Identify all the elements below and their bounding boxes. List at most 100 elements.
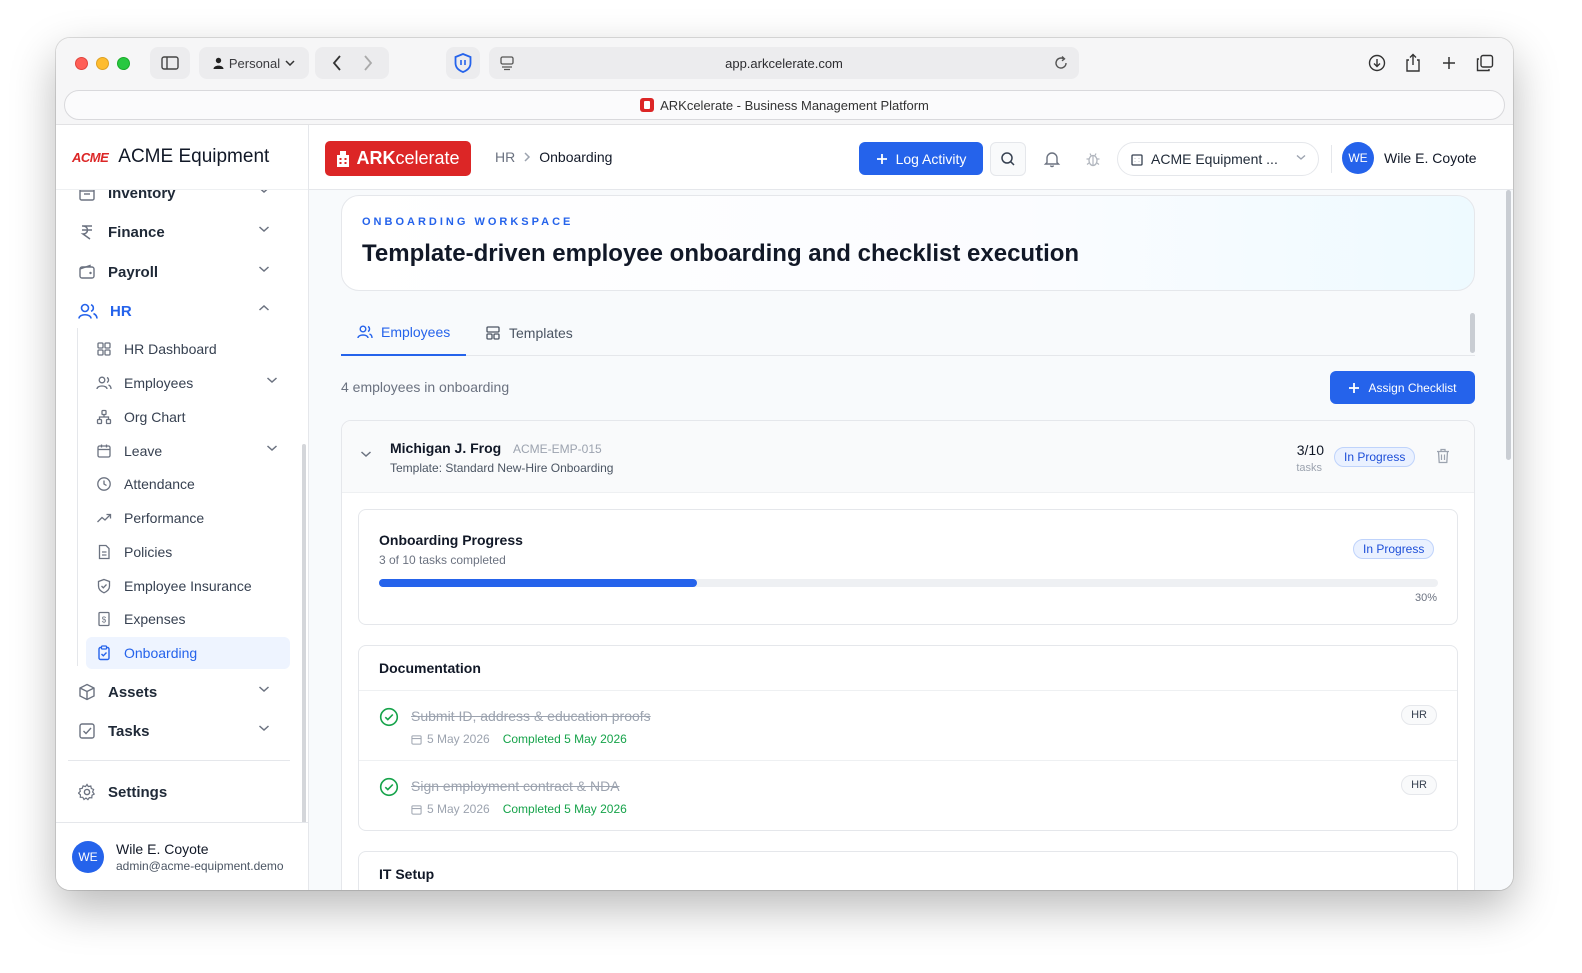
sidebar-item-leave[interactable]: Leave <box>86 435 290 467</box>
sidebar-item-inventory[interactable]: Inventory <box>68 190 290 210</box>
sidebar-item-attendance[interactable]: Attendance <box>86 468 290 500</box>
notifications-button[interactable] <box>1034 142 1070 176</box>
sidebar-divider <box>68 760 290 761</box>
tab-overview-button[interactable] <box>1473 47 1497 79</box>
sidebar-item-onboarding[interactable]: Onboarding <box>86 637 290 669</box>
company-select[interactable]: ACME Equipment ... <box>1117 142 1319 176</box>
sidebar-item-employees[interactable]: Employees <box>86 367 290 399</box>
sidebar-item-label: Employee Insurance <box>124 578 252 594</box>
task-count: 3/10 <box>1296 442 1324 458</box>
wallet-icon <box>79 264 95 279</box>
new-tab-button[interactable] <box>1437 47 1461 79</box>
assign-checklist-button[interactable]: Assign Checklist <box>1330 371 1475 404</box>
sidebar-item-performance[interactable]: Performance <box>86 502 290 534</box>
svg-text:$: $ <box>102 616 107 625</box>
shield-icon <box>454 53 472 73</box>
calendar-icon <box>97 444 111 458</box>
status-badge: In Progress <box>1353 539 1435 559</box>
chevron-down-icon <box>259 725 269 732</box>
task-completed: Completed 5 May 2026 <box>502 802 627 816</box>
reader-icon[interactable] <box>499 55 515 71</box>
close-window-button[interactable] <box>75 57 88 70</box>
page-scrollbar[interactable] <box>1506 190 1511 460</box>
reload-icon[interactable] <box>1053 55 1069 71</box>
log-activity-button[interactable]: Log Activity <box>859 142 983 175</box>
page-content: ONBOARDING WORKSPACE Template-driven emp… <box>309 190 1513 890</box>
check-circle-icon[interactable] <box>379 707 399 727</box>
address-bar[interactable]: app.arkcelerate.com <box>489 47 1079 79</box>
chevron-down-icon <box>259 266 269 273</box>
sidebar-item-expenses[interactable]: $ Expenses <box>86 603 290 635</box>
logo-text: ARKcelerate <box>356 148 459 169</box>
tabs: Employees Templates <box>341 310 1475 356</box>
chevron-down-icon[interactable] <box>360 450 372 458</box>
chevron-down-icon <box>259 686 269 693</box>
history-nav <box>315 47 389 79</box>
sidebar-item-assets[interactable]: Assets <box>68 675 290 709</box>
arkcelerate-logo[interactable]: ARKcelerate <box>325 141 471 176</box>
share-button[interactable] <box>1401 47 1425 79</box>
sidebar-item-label: Inventory <box>108 190 176 202</box>
forward-icon[interactable] <box>363 55 373 71</box>
task-row[interactable]: Sign employment contract & NDA 5 May 202… <box>359 760 1457 830</box>
tabs-icon <box>1476 54 1494 72</box>
maximize-window-button[interactable] <box>117 57 130 70</box>
back-icon[interactable] <box>332 55 342 71</box>
sidebar-item-label: Policies <box>124 544 173 560</box>
chevron-down-icon <box>285 60 295 66</box>
user-email: admin@acme-equipment.demo <box>116 858 284 873</box>
sidebar-scrollbar[interactable] <box>302 444 306 823</box>
sidebar-item-finance[interactable]: Finance <box>68 215 290 249</box>
download-icon <box>1368 54 1386 72</box>
tab-title: ARKcelerate - Business Management Platfo… <box>660 97 929 113</box>
sidebar-item-payroll[interactable]: Payroll <box>68 255 290 289</box>
chevron-down-icon <box>1296 154 1306 160</box>
sidebar-item-label: Performance <box>124 510 205 526</box>
breadcrumb-hr[interactable]: HR <box>495 149 515 165</box>
sidebar-item-policies[interactable]: Policies <box>86 536 290 568</box>
sidebar-nav: Inventory Finance Payroll HR HR Dashboar… <box>56 190 308 823</box>
url-text: app.arkcelerate.com <box>725 55 843 71</box>
minimize-window-button[interactable] <box>96 57 109 70</box>
task-meta: 5 May 2026 Completed 5 May 2026 <box>411 802 627 816</box>
brand[interactable]: ACME ACME Equipment <box>56 125 308 190</box>
privacy-shield-button[interactable] <box>446 47 480 79</box>
task-title: Sign employment contract & NDA <box>411 778 620 794</box>
tab-employees[interactable]: Employees <box>341 310 467 356</box>
downloads-button[interactable] <box>1365 47 1389 79</box>
employee-card-header[interactable]: Michigan J. Frog ACME-EMP-015 Template: … <box>342 421 1474 493</box>
chevron-down-icon <box>267 445 277 452</box>
sidebar-item-label: Assets <box>108 683 158 701</box>
employee-name: Michigan J. Frog <box>390 440 502 456</box>
status-badge: In Progress <box>1334 447 1416 467</box>
profile-button[interactable]: Personal <box>199 47 309 79</box>
sidebar-item-hr-dashboard[interactable]: HR Dashboard <box>86 333 290 365</box>
bug-report-button[interactable] <box>1075 142 1111 176</box>
progress-subtitle: 3 of 10 tasks completed <box>379 553 506 567</box>
sidebar-toggle-button[interactable] <box>150 47 190 79</box>
search-button[interactable] <box>990 142 1026 176</box>
check-circle-icon[interactable] <box>379 777 399 797</box>
onboarding-progress-panel: Onboarding Progress 3 of 10 tasks comple… <box>358 509 1458 625</box>
trash-icon[interactable] <box>1436 448 1450 464</box>
clipboard-check-icon <box>98 645 110 661</box>
assign-checklist-label: Assign Checklist <box>1368 380 1457 395</box>
trending-up-icon <box>97 513 112 523</box>
active-tab[interactable]: ARKcelerate - Business Management Platfo… <box>64 90 1505 120</box>
sidebar-item-tasks[interactable]: Tasks <box>68 714 290 748</box>
progress-percent: 30% <box>1414 592 1437 604</box>
tabs-scrollbar[interactable] <box>1470 313 1475 353</box>
dashboard-icon <box>97 342 111 356</box>
sidebar-user[interactable]: WE Wile E. Coyote admin@acme-equipment.d… <box>56 822 309 890</box>
sidebar-item-org-chart[interactable]: Org Chart <box>86 401 290 433</box>
sidebar-item-employee-insurance[interactable]: Employee Insurance <box>86 570 290 602</box>
sidebar-item-hr[interactable]: HR <box>68 294 290 328</box>
task-row[interactable]: Submit ID, address & education proofs 5 … <box>359 690 1457 760</box>
tab-templates[interactable]: Templates <box>469 310 589 356</box>
calendar-icon <box>411 804 422 815</box>
checkbox-icon <box>79 723 95 739</box>
sidebar-item-settings[interactable]: Settings <box>68 775 290 809</box>
acme-logo: ACME <box>72 149 109 165</box>
user-menu[interactable]: WE Wile E. Coyote <box>1342 142 1477 174</box>
company-name: ACME Equipment <box>118 146 270 167</box>
